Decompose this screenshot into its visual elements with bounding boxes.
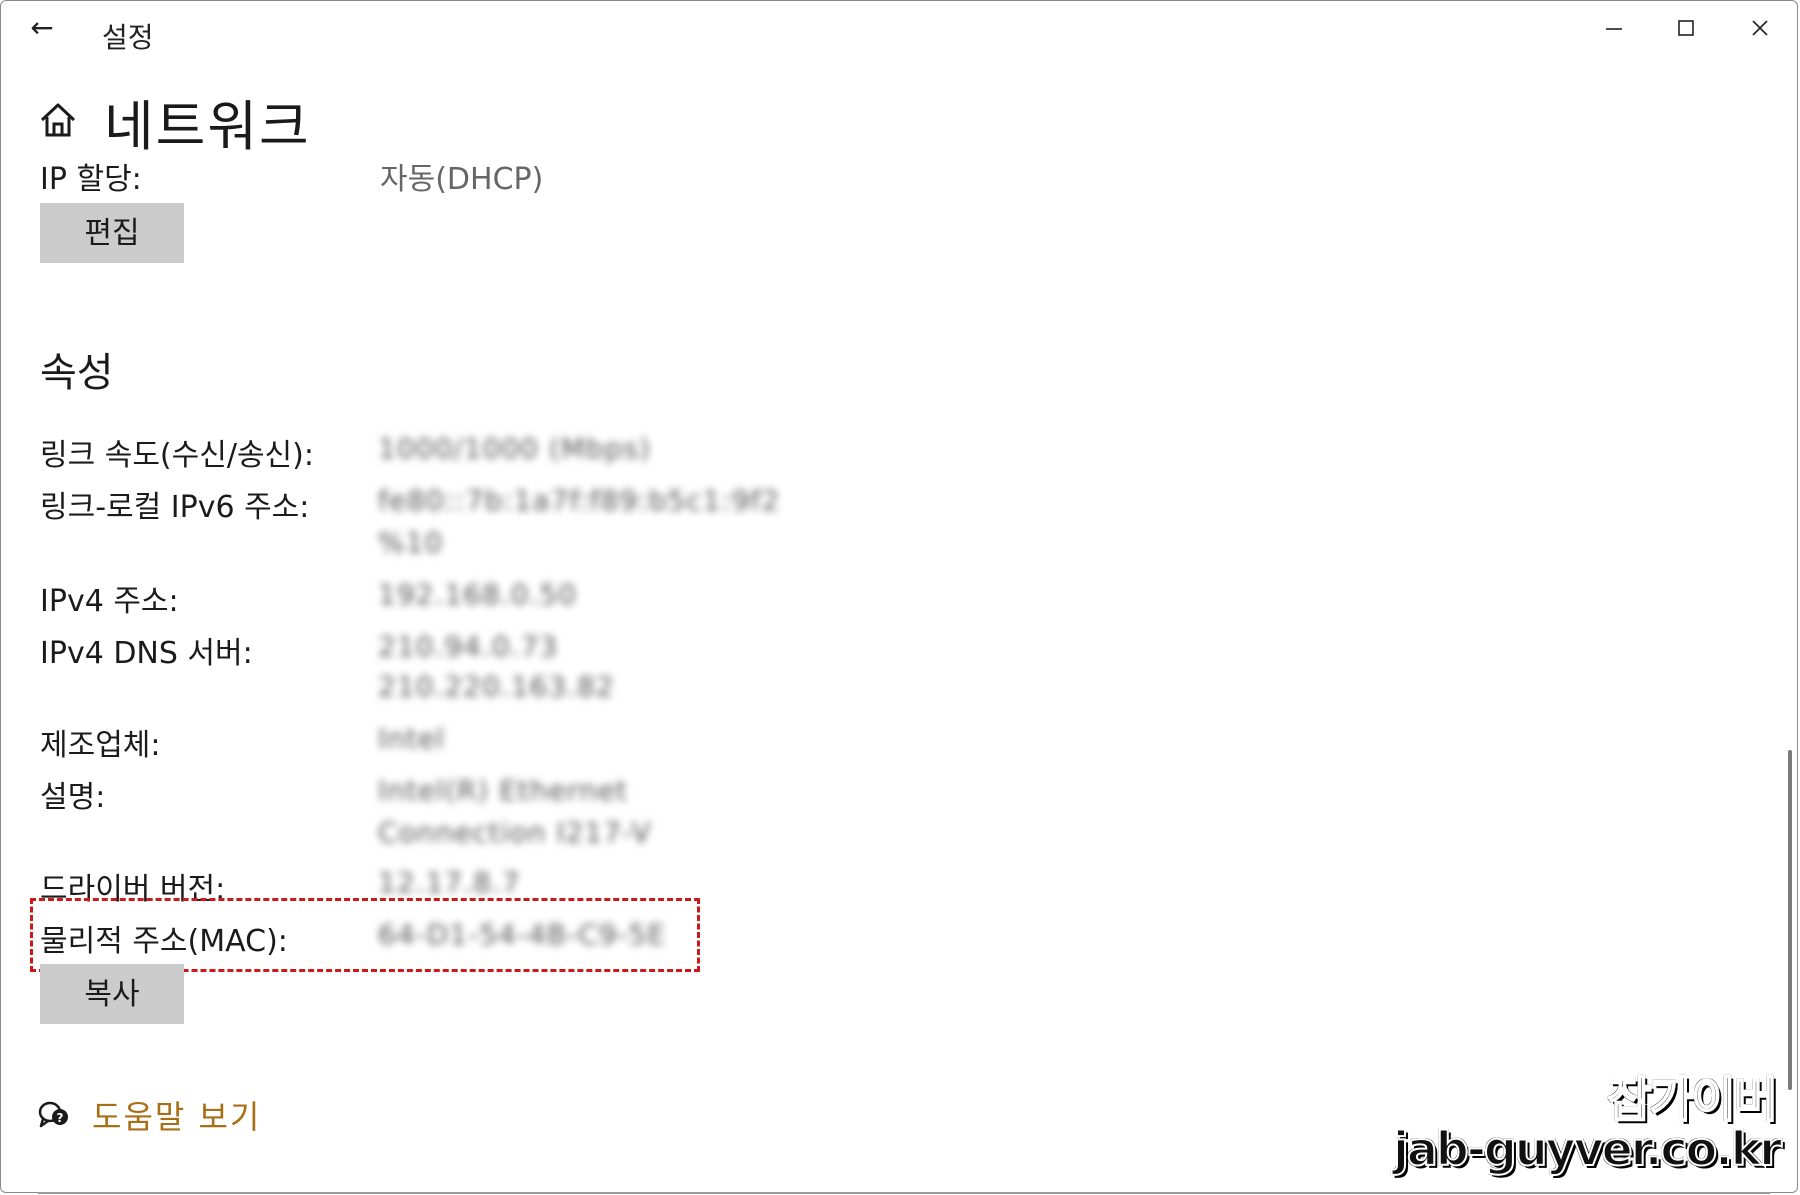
edit-button[interactable]: 편집 [40,203,184,263]
ipv6-value-line1: fe80::7b:1a7f:f89:b5c1:9f2 [378,484,781,517]
ipv4-label: IPv4 주소: [40,584,179,619]
mac-address-value: 64-D1-54-4B-C9-5E [378,918,667,951]
dns-value-line1: 210.94.0.73 [378,630,559,663]
minimize-button[interactable] [1584,8,1644,48]
app-title: 설정 [102,21,154,54]
ip-assignment-label: IP 할당: [40,162,142,197]
manufacturer-label: 제조업체: [40,728,161,763]
ipv6-value-line2: %10 [378,526,444,559]
dns-label: IPv4 DNS 서버: [40,636,253,671]
link-speed-value: 1000/1000 (Mbps) [378,432,651,465]
driver-version-label: 드라이버 버전: [40,872,226,907]
ipv6-label: 링크-로컬 IPv6 주소: [40,490,310,525]
ip-assignment-value: 자동(DHCP) [380,162,544,197]
maximize-icon [1678,20,1694,36]
scrollbar-thumb[interactable] [1788,750,1792,1090]
description-line2: Connection I217-V [378,816,652,849]
svg-text:?: ? [57,1111,64,1125]
minimize-icon [1606,28,1622,30]
home-icon[interactable] [38,100,78,140]
window-bottom-edge [38,1192,1770,1194]
dns-value-line2: 210.220.163.82 [378,670,615,703]
mac-address-label: 물리적 주소(MAC): [40,924,288,959]
ipv4-value: 192.168.0.50 [378,578,578,611]
watermark-name: 잡가이버 [1606,1071,1779,1129]
close-button[interactable] [1730,8,1790,48]
page-title: 네트워크 [104,95,311,158]
manufacturer-value: Intel [378,722,445,755]
help-link[interactable]: 도움말 보기 [92,1092,261,1138]
description-label: 설명: [40,780,106,815]
watermark-url: jab-guyver.co.kr [1392,1121,1783,1177]
description-line1: Intel(R) Ethernet [378,774,628,807]
title-bar: ← 설정 [0,0,1800,62]
copy-button[interactable]: 복사 [40,964,184,1024]
properties-section-title: 속성 [40,350,114,396]
back-arrow-icon: ← [30,11,54,44]
close-icon [1752,20,1768,36]
window-frame [0,0,1798,1193]
help-chat-icon[interactable]: ? [38,1100,70,1130]
link-speed-label: 링크 속도(수신/송신): [40,438,314,473]
maximize-button[interactable] [1656,8,1716,48]
back-button[interactable]: ← [20,8,64,48]
driver-version-value: 12.17.8.7 [378,866,521,899]
